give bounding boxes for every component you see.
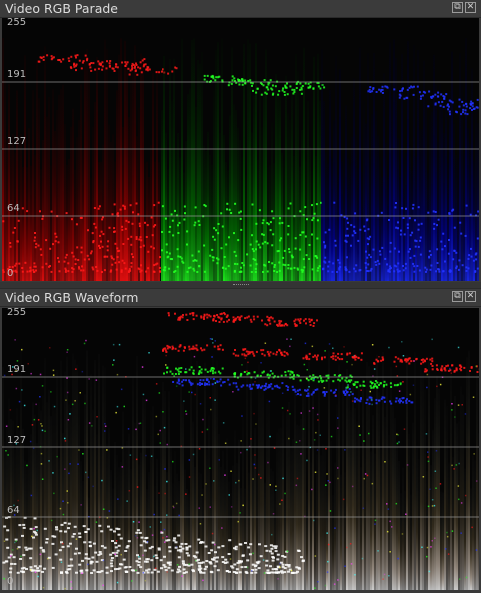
parade-tick-255: 255 [7,18,27,28]
parade-tick-0: 0 [7,268,14,279]
panel-splitter[interactable] [0,282,481,288]
splitter-grip[interactable] [233,284,249,287]
waveform-scope: 255 191 127 64 0 [2,308,479,590]
waveform-luma [2,349,479,590]
blue-channel-band [321,38,479,281]
parade-titlebar[interactable]: Video RGB Parade ⧉ ✕ [0,0,481,18]
float-icon[interactable]: ⧉ [452,291,463,302]
waveform-tick-127: 127 [7,435,27,446]
parade-tick-64: 64 [7,203,20,214]
waveform-panel: Video RGB Waveform ⧉ ✕ 255 191 127 64 0 [0,289,481,593]
close-icon[interactable]: ✕ [465,2,476,13]
red-channel-band [2,38,178,281]
waveform-tick-191: 191 [7,364,27,375]
red-trace [162,344,479,373]
close-icon[interactable]: ✕ [465,291,476,302]
waveform-tick-64: 64 [7,505,20,516]
waveform-title: Video RGB Waveform [5,290,139,305]
parade-title: Video RGB Parade [5,1,118,16]
red-trace [167,312,318,327]
parade-tick-127: 127 [7,136,27,147]
waveform-plot [2,312,479,590]
float-icon[interactable]: ⧉ [452,2,463,13]
waveform-tick-255: 255 [7,308,27,318]
parade-plot [2,38,479,281]
parade-panel: Video RGB Parade ⧉ ✕ 255 191 127 64 0 [0,0,481,282]
green-channel-band [161,38,326,281]
waveform-titlebar[interactable]: Video RGB Waveform ⧉ ✕ [0,289,481,307]
waveform-tick-0: 0 [7,576,14,587]
parade-scope: 255 191 127 64 0 [2,18,479,281]
parade-tick-191: 191 [7,69,27,80]
